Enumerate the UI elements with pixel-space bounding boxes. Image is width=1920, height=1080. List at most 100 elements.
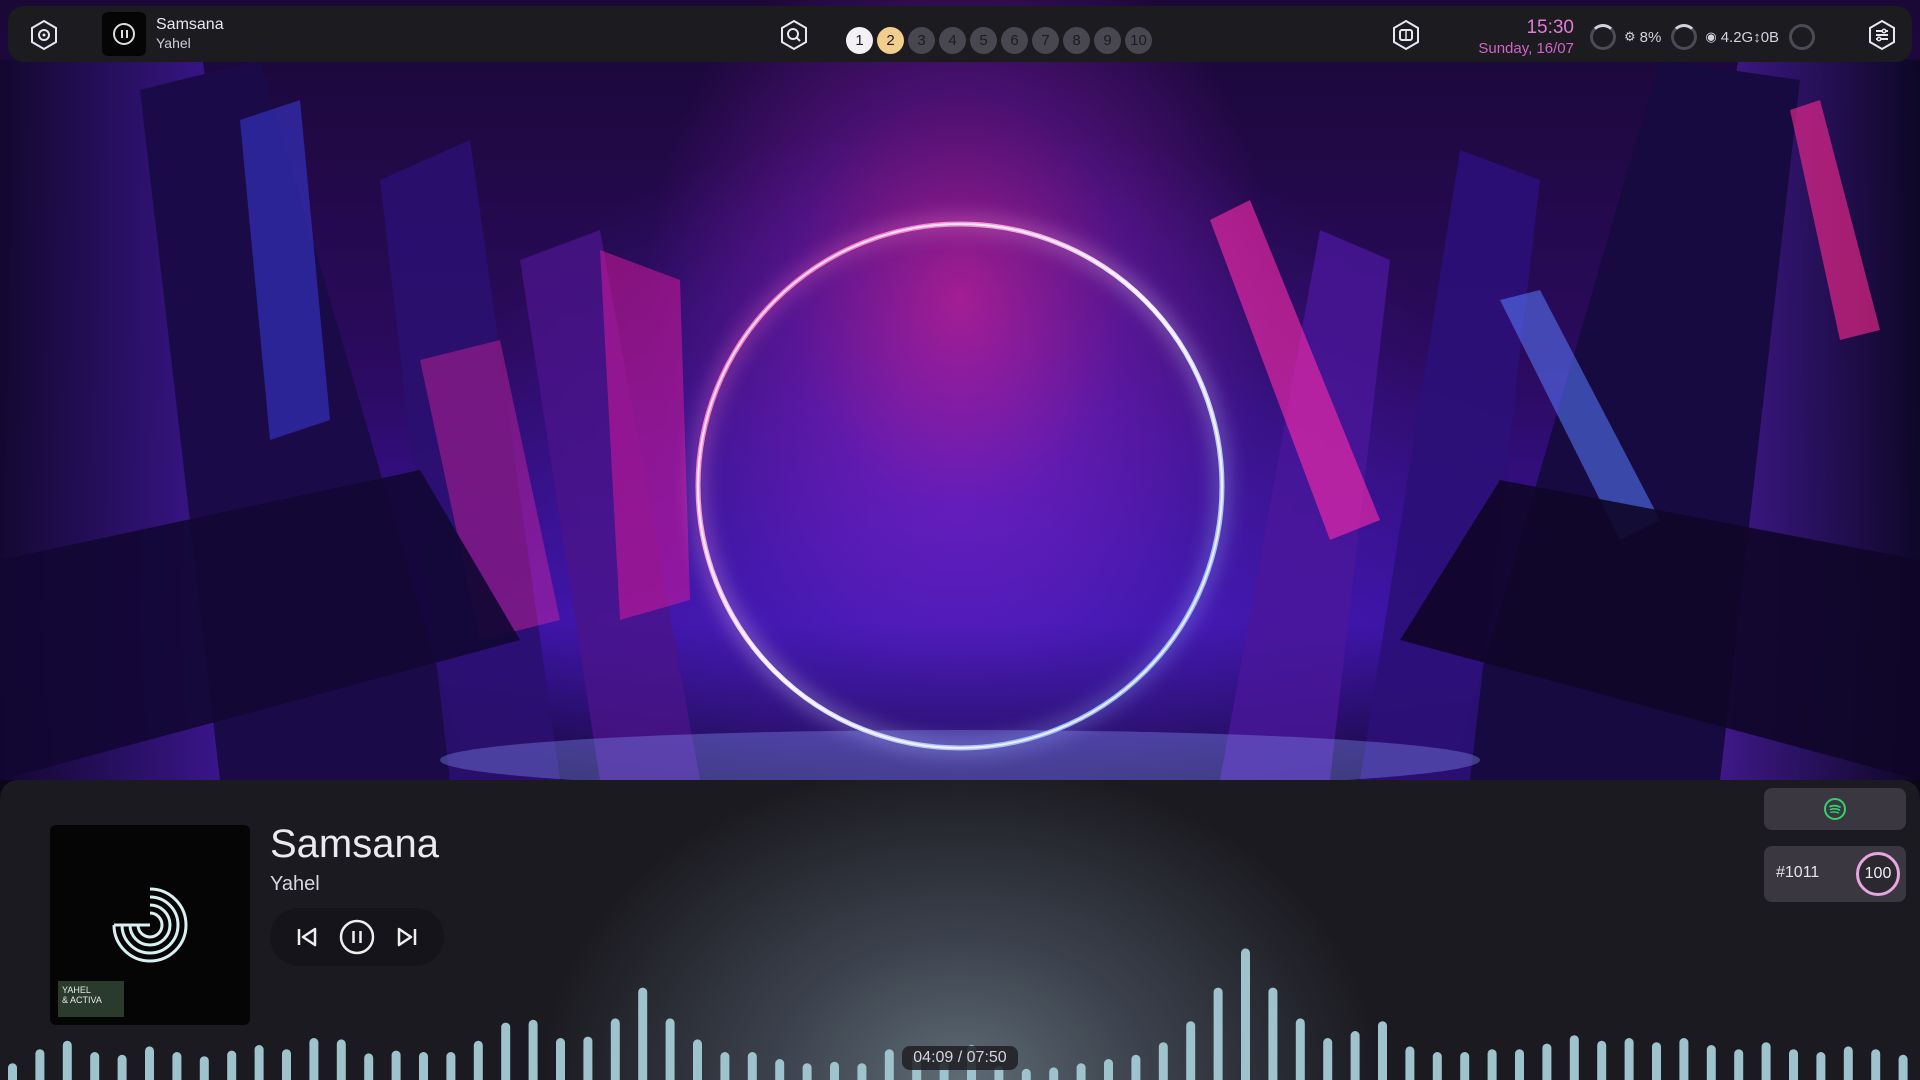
visualizer-bar [501,1022,511,1080]
visualizer-bar [364,1053,374,1080]
visualizer-bar [1789,1049,1798,1080]
media-thumbnail[interactable] [102,12,146,56]
workspace-9[interactable]: 9 [1094,27,1121,54]
apps-icon[interactable] [1390,19,1422,51]
visualizer-bar [199,1056,209,1080]
visualizer-bar [1350,1031,1360,1080]
workspace-7[interactable]: 7 [1032,27,1059,54]
visualizer-bar [1323,1038,1333,1080]
visualizer-bar [1432,1052,1442,1080]
sliders-icon[interactable] [1866,19,1898,51]
cpu-usage: 8% [1639,28,1662,46]
album-label: YAHEL & ACTIVA [58,981,124,1017]
volume-indicator[interactable]: 100 [1856,852,1900,896]
song-title: Samsana [270,822,439,866]
visualizer-bar [172,1052,182,1080]
visualizer-bar [1241,948,1250,1080]
visualizer-bar [802,1063,812,1080]
visualizer-bar [1871,1049,1881,1080]
visualizer-bar [446,1052,456,1080]
visualizer-bar [857,1063,867,1080]
workspace-10[interactable]: 10 [1125,27,1152,54]
workspace-switcher: 1 2 3 4 5 6 7 8 9 10 [846,27,1152,54]
visualizer-bar [1186,1021,1196,1080]
media-player-panel: YAHEL & ACTIVA Samsana Yahel 04:09 / 07:… [0,780,1920,1080]
workspace-5[interactable]: 5 [970,27,997,54]
workspace-1[interactable]: 1 [846,27,873,54]
visualizer-bar [884,1049,894,1080]
visualizer-bar [227,1050,237,1080]
visualizer-bar [1158,1042,1168,1080]
visualizer-bar [62,1040,72,1080]
visualizer-bar [8,1063,17,1080]
visualizer-bar [528,1019,538,1080]
visualizer-bar [391,1050,401,1080]
visualizer-bar [830,1061,839,1080]
workspace-6[interactable]: 6 [1001,27,1028,54]
search-icon[interactable] [778,19,810,51]
playlist-volume-chip[interactable]: #1011 100 [1764,846,1906,902]
previous-button[interactable] [287,917,327,957]
next-button[interactable] [387,917,427,957]
play-pause-button[interactable] [337,917,377,957]
visualizer-bar [1405,1046,1415,1080]
visualizer-bar [1295,1018,1305,1080]
visualizer-bar [747,1052,757,1080]
visualizer-bar [1652,1042,1661,1080]
visualizer-bar [309,1038,319,1080]
visualizer-bar [336,1039,346,1080]
visualizer-bar [145,1046,154,1080]
workspace-3[interactable]: 3 [908,27,935,54]
wallpaper-art [0,40,1920,780]
visualizer-bar [1487,1049,1497,1080]
visualizer-bar [775,1059,785,1080]
skip-next-icon [397,927,417,947]
visualizer-bar [1076,1063,1086,1080]
desktop-wallpaper [0,0,1920,780]
playlist-number: #1011 [1776,864,1820,881]
visualizer-bar [720,1052,730,1080]
pause-icon [339,919,375,955]
workspace-4[interactable]: 4 [939,27,966,54]
cpu-icon: ⚙ [1624,29,1636,44]
media-widget[interactable]: Samsana Yahel [102,10,224,58]
visualizer-bar [254,1045,264,1080]
visualizer-bar [1021,1068,1031,1080]
workspace-2[interactable]: 2 [877,27,904,54]
visualizer-bar [35,1049,45,1080]
cpu-ring [1590,24,1616,50]
visualizer-bar [1268,987,1278,1080]
visualizer-bar [1706,1045,1716,1080]
visualizer-bar [90,1052,100,1080]
song-artist: Yahel [270,873,320,895]
visualizer-bar [1843,1046,1853,1080]
visualizer-bar [117,1054,127,1080]
visualizer-bar [1460,1052,1470,1080]
clock[interactable]: 15:30 Sunday, 16/07 [1464,17,1574,59]
visualizer-bar [610,1018,620,1080]
pause-icon[interactable] [113,23,135,45]
visualizer-bar [583,1036,593,1080]
network-icon: ◉ [1705,29,1717,44]
visualizer-bar [556,1038,565,1080]
skip-previous-icon [297,927,317,947]
visualizer-bar [282,1049,291,1080]
clock-date: Sunday, 16/07 [1478,40,1574,57]
workspace-8[interactable]: 8 [1063,27,1090,54]
visualizer-bar [419,1052,428,1080]
visualizer-bar [638,987,648,1080]
visualizer-bar [473,1040,483,1080]
spotify-icon [1824,798,1846,820]
player-source-button[interactable] [1764,788,1906,830]
top-bar: Samsana Yahel 1 2 3 4 5 6 7 8 9 10 15:30… [8,6,1912,62]
visualizer-bar [1569,1035,1579,1080]
album-cover-text: YAHEL & ACTIVA [62,985,102,1005]
status-ring [1789,24,1816,50]
network-usage: 4.2G↕0B [1720,28,1780,46]
visualizer-bar [693,1039,702,1080]
playback-controls [270,908,444,966]
settings-icon[interactable] [28,19,60,51]
visualizer-bar [1515,1049,1524,1080]
visualizer-bar [1761,1042,1771,1080]
visualizer-bar [665,1018,675,1080]
